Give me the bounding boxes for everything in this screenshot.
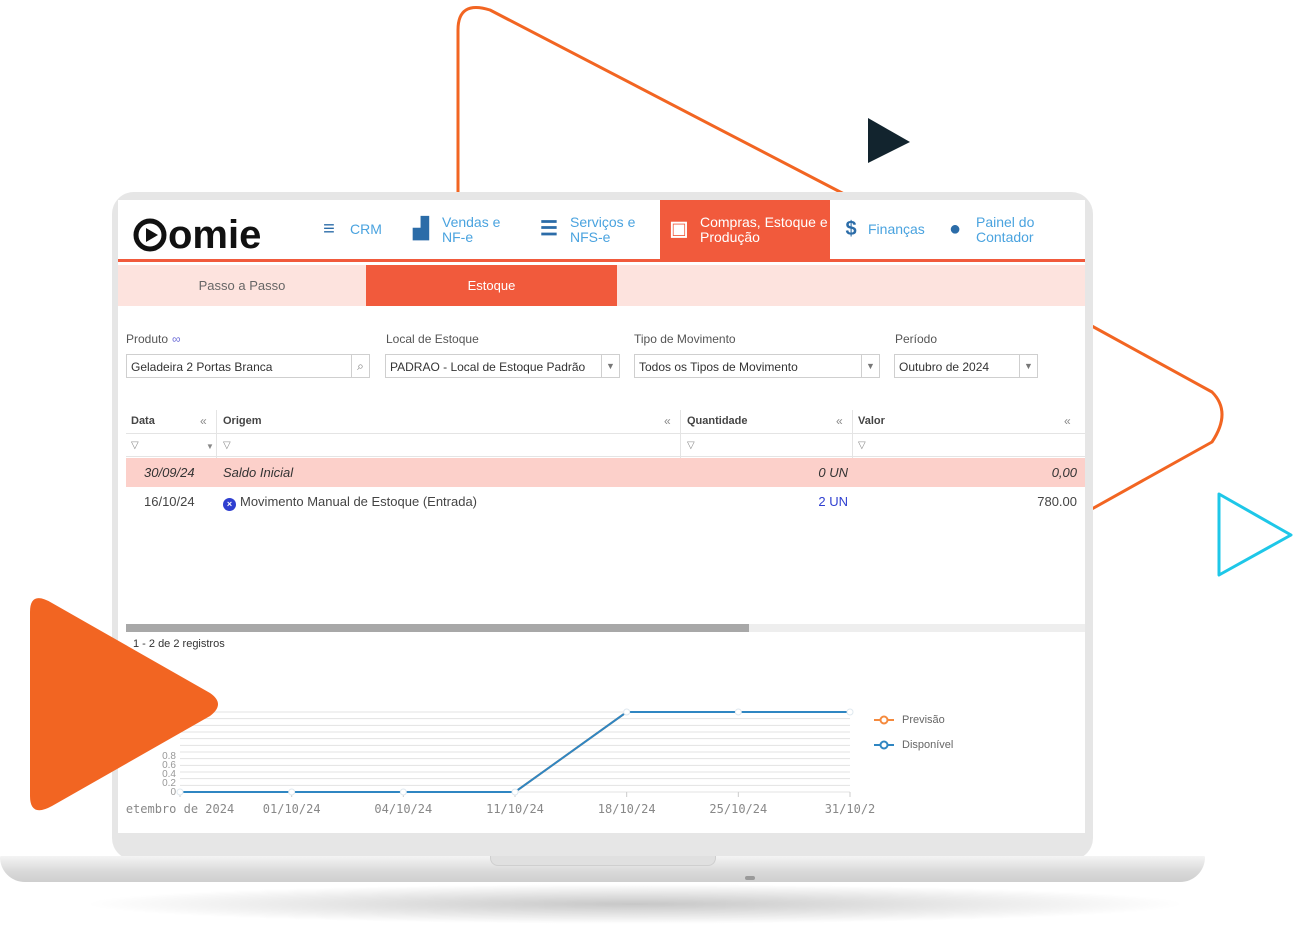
series-point-1 [176, 788, 184, 796]
deco-dark-triangle [868, 118, 910, 163]
legend-label: Disponível [902, 739, 954, 751]
laptop-foot [745, 876, 755, 880]
series-point-1 [399, 788, 407, 796]
stage: omie ≡ CRM ▟ Vendas e NF-e ☰ Serviços e … [0, 0, 1295, 930]
laptop-notch [490, 856, 716, 866]
series-point-1 [734, 708, 742, 716]
x-tick-label: 11/10/24 [486, 802, 544, 816]
x-tick-label: etembro de 2024 [126, 802, 234, 816]
deco-orange-outline-right [1089, 323, 1224, 512]
legend-marker-icon [874, 715, 894, 725]
deco-orange-outline-top [456, 6, 847, 197]
x-tick-label: 25/10/24 [709, 802, 767, 816]
x-tick-label: 04/10/24 [374, 802, 432, 816]
app-screen: omie ≡ CRM ▟ Vendas e NF-e ☰ Serviços e … [118, 200, 1085, 833]
x-tick-label: 18/10/24 [598, 802, 656, 816]
series-point-1 [846, 708, 854, 716]
deco-cyan-triangle [1217, 492, 1293, 577]
series-point-1 [288, 788, 296, 796]
series-point-1 [623, 708, 631, 716]
laptop-shadow [80, 884, 1190, 924]
x-tick-label: 01/10/24 [263, 802, 321, 816]
legend-marker-icon [874, 740, 894, 750]
legend-label: Previsão [902, 714, 945, 726]
y-tick-label: 0.8 [162, 751, 176, 762]
x-tick-label: 31/10/2 [825, 802, 876, 816]
legend-disponivel[interactable]: Disponível [874, 739, 953, 751]
legend-previsao[interactable]: Previsão [874, 714, 945, 726]
series-point-1 [511, 788, 519, 796]
